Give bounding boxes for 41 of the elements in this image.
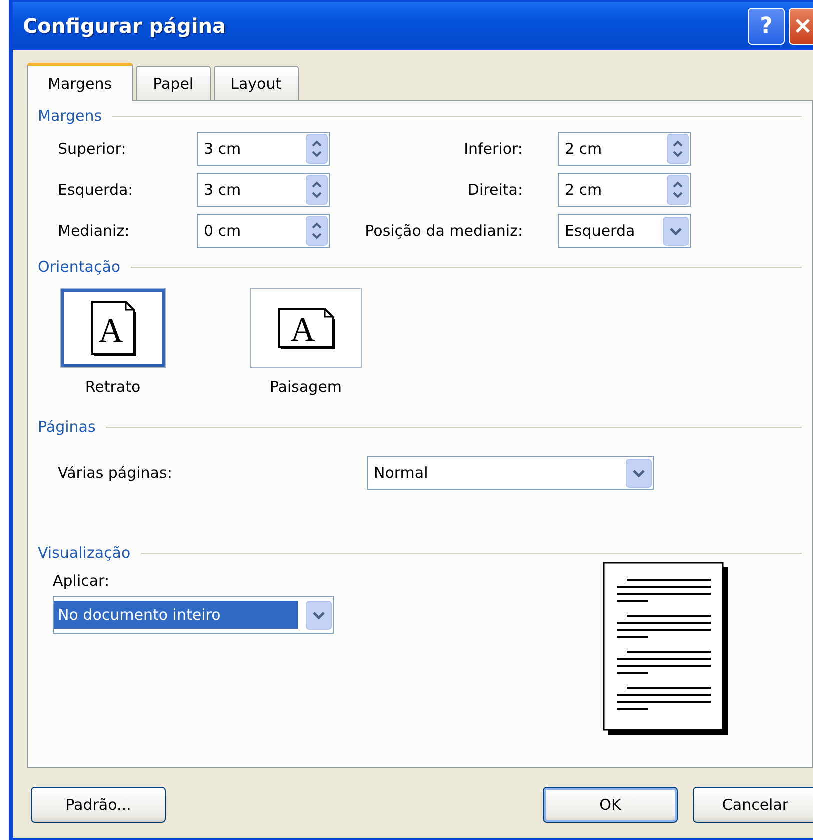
spin-arrows-icon xyxy=(306,175,328,205)
section-heading: Páginas xyxy=(38,418,96,436)
dialog-button[interactable]: Padrão... xyxy=(31,787,166,823)
option-label: Paisagem xyxy=(270,378,342,396)
page-icon: A xyxy=(88,298,138,358)
spinner-field[interactable]: 2 cm xyxy=(558,132,691,166)
dialog-button[interactable]: OK xyxy=(543,787,678,823)
field-label: Várias páginas: xyxy=(58,464,174,482)
help-button[interactable]: ? xyxy=(748,8,785,44)
landscape-option[interactable]: A xyxy=(250,288,362,368)
tab[interactable]: Layout xyxy=(214,66,299,100)
option-label: Retrato xyxy=(85,378,141,396)
field-label: Aplicar: xyxy=(53,572,111,590)
spinner-field[interactable]: 3 cm xyxy=(197,173,330,207)
field-label: Direita: xyxy=(468,181,524,199)
spin-arrows-icon xyxy=(667,175,689,205)
window-title: Configurar página xyxy=(22,14,226,38)
field-label: Inferior: xyxy=(464,140,524,158)
section-heading: Visualização xyxy=(38,544,131,562)
dropdown[interactable]: Esquerda xyxy=(558,214,691,248)
field-label: Superior: xyxy=(58,140,128,158)
spinner-field[interactable]: 3 cm xyxy=(197,132,330,166)
spinner-field[interactable]: 2 cm xyxy=(558,173,691,207)
dropdown[interactable]: No documento inteiro xyxy=(53,596,334,634)
page-icon: A xyxy=(275,305,337,351)
dialog-button[interactable]: Cancelar xyxy=(693,787,813,823)
spin-arrows-icon xyxy=(306,216,328,246)
field-label: Esquerda: xyxy=(58,181,134,199)
section-heading: Margens xyxy=(38,107,102,125)
portrait-option[interactable]: A xyxy=(60,288,166,368)
close-button[interactable] xyxy=(789,8,813,44)
close-icon xyxy=(794,17,812,35)
spin-arrows-icon xyxy=(306,134,328,164)
tab[interactable]: Margens xyxy=(27,63,134,101)
spinner-field[interactable]: 0 cm xyxy=(197,214,330,248)
dropdown[interactable]: Normal xyxy=(367,456,654,490)
field-label: Posição da medianiz: xyxy=(365,222,524,240)
tab[interactable]: Papel xyxy=(136,66,211,100)
spin-arrows-icon xyxy=(667,134,689,164)
section-heading: Orientação xyxy=(38,258,121,276)
field-label: Medianiz: xyxy=(58,222,131,240)
